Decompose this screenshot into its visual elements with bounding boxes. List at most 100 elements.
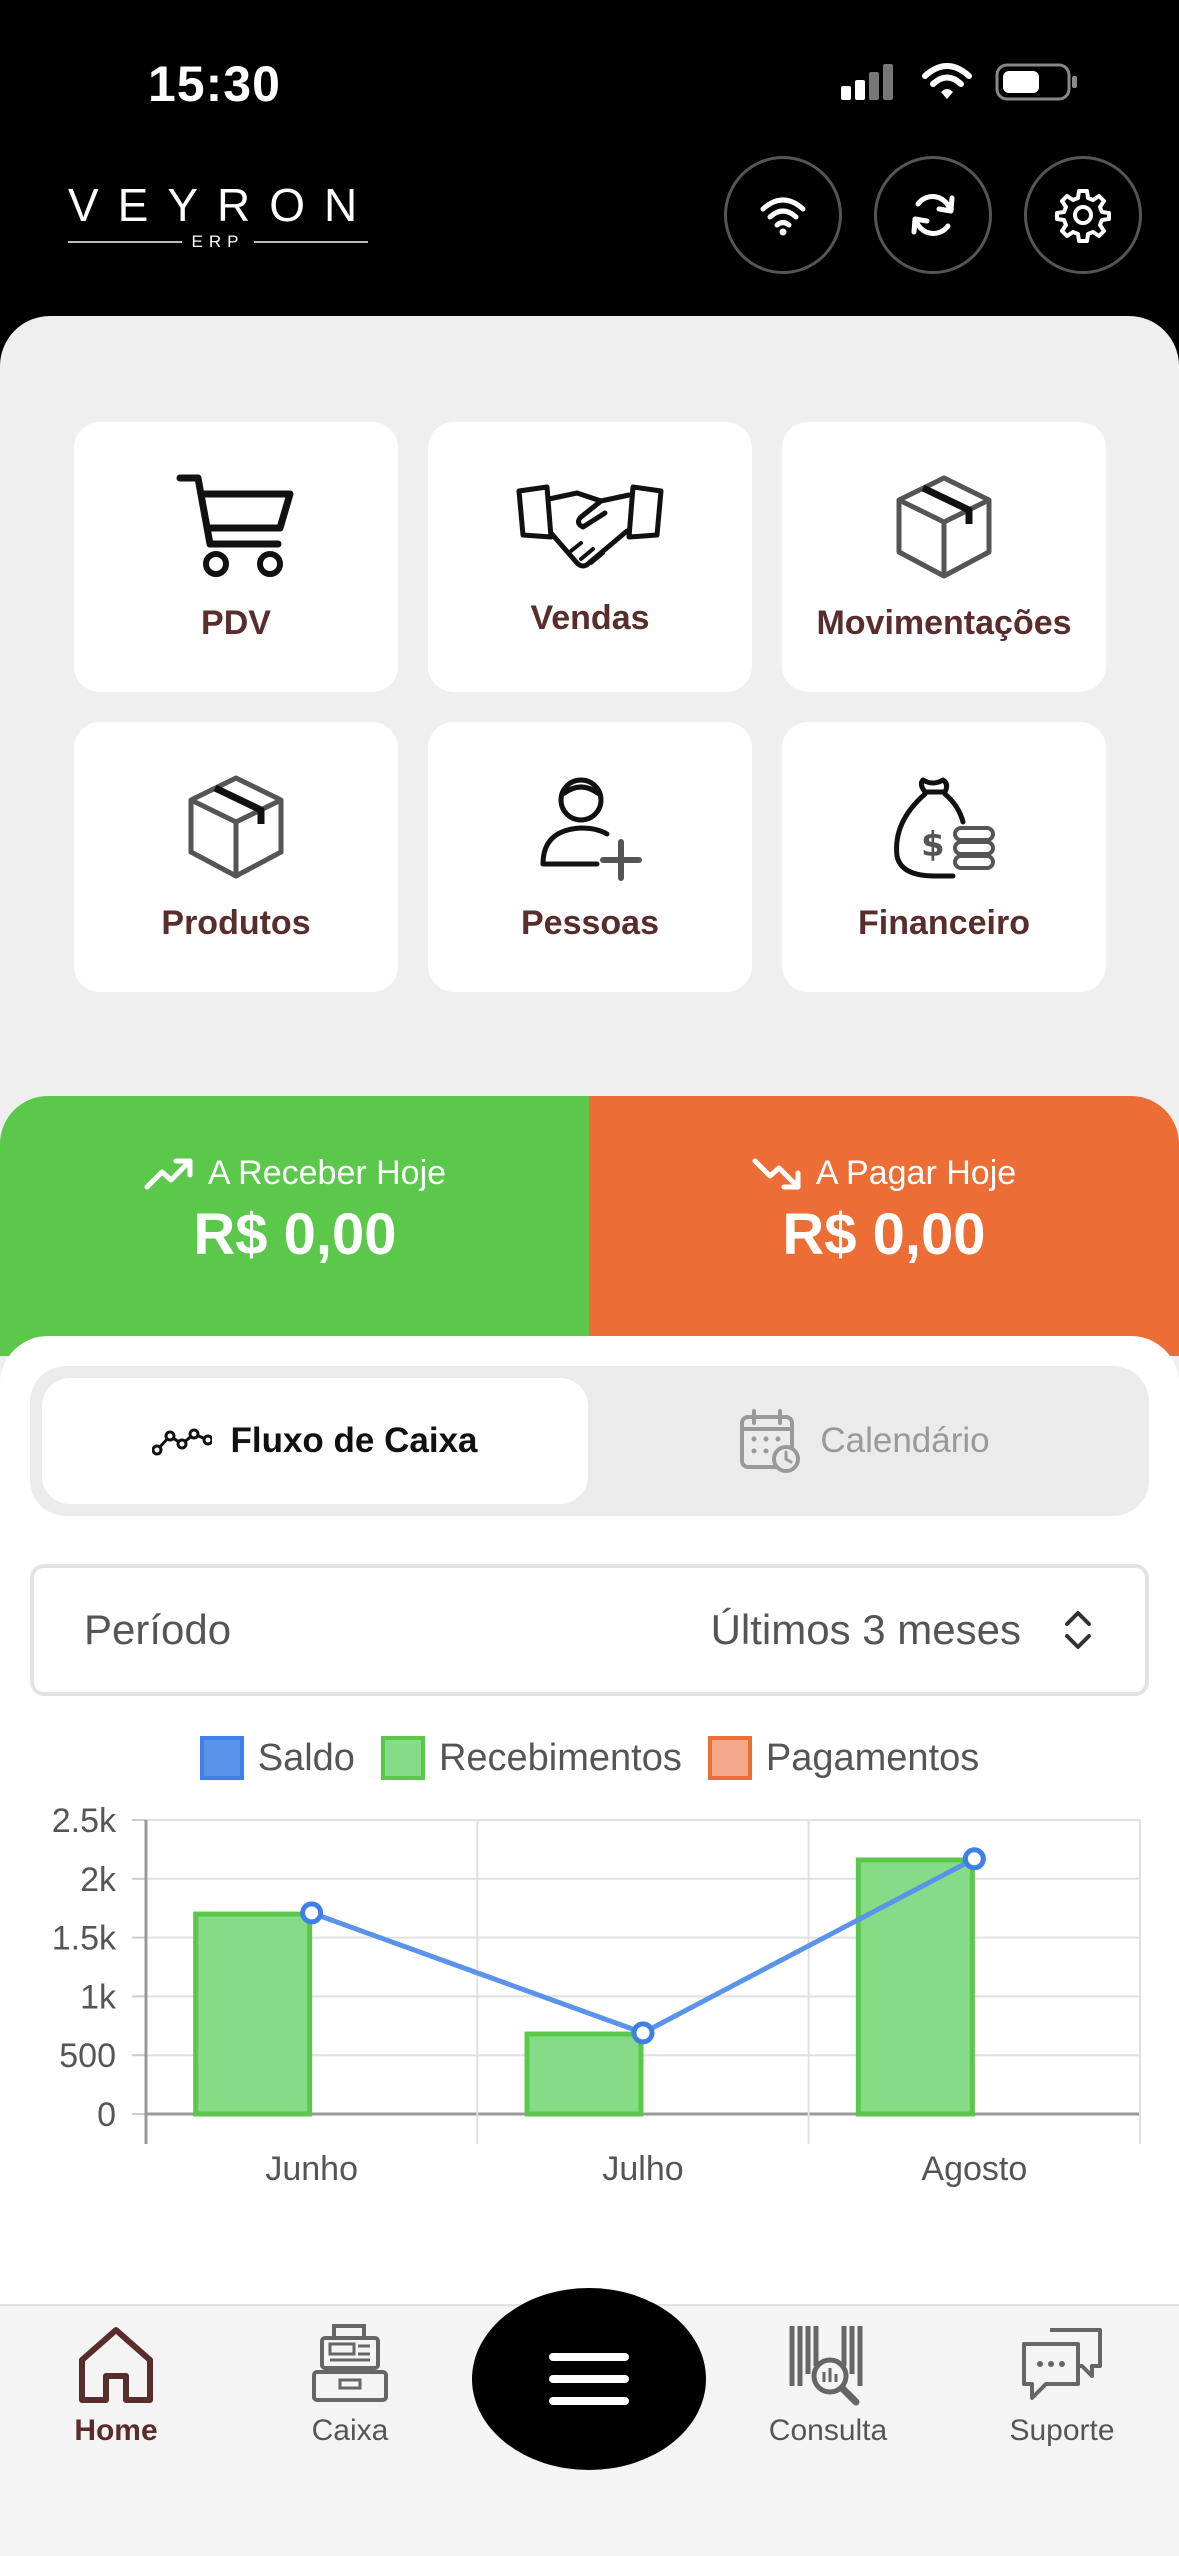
status-time: 15:30 bbox=[148, 56, 281, 112]
tile-label: Pessoas bbox=[521, 903, 659, 942]
view-segmented-control: Fluxo de Caixa Calendário bbox=[30, 1366, 1149, 1516]
module-grid: PDV Vendas Movimentações Produtos Pessoa… bbox=[74, 422, 1106, 992]
chevron-up-down-icon bbox=[1065, 1611, 1091, 1649]
cash-register-icon bbox=[312, 2324, 388, 2402]
legend-label: Saldo bbox=[257, 1736, 355, 1779]
tile-pessoas[interactable]: Pessoas bbox=[428, 722, 752, 992]
tile-produtos[interactable]: Produtos bbox=[74, 722, 398, 992]
cellular-signal-icon bbox=[841, 64, 893, 100]
bar-recebimentos bbox=[193, 1911, 313, 2117]
tab-fluxo-de-caixa[interactable]: Fluxo de Caixa bbox=[42, 1378, 588, 1504]
tile-movimentacoes[interactable]: Movimentações bbox=[782, 422, 1106, 692]
status-icons bbox=[839, 62, 1079, 102]
receive-title-row: A Receber Hoje bbox=[0, 1154, 590, 1193]
cart-icon bbox=[176, 474, 294, 577]
tab-label: Fluxo de Caixa bbox=[230, 1421, 478, 1460]
wifi-button[interactable] bbox=[724, 156, 842, 274]
app-screen: 15:30 VEYRON ERP PDV Vendas Movimentaçõe… bbox=[0, 0, 1179, 2556]
receive-today-card[interactable]: A Receber Hoje R$ 0,00 bbox=[0, 1096, 590, 1356]
sync-button[interactable] bbox=[874, 156, 992, 274]
hamburger-line bbox=[549, 2353, 629, 2361]
tile-pdv[interactable]: PDV bbox=[74, 422, 398, 692]
battery-icon bbox=[995, 63, 1077, 101]
line-chart-icon bbox=[152, 1428, 213, 1456]
home-icon bbox=[79, 2327, 153, 2403]
cashflow-chart: Saldo Recebimentos Pagamentos 0 500 1k 1.5k… bbox=[0, 1736, 1179, 2296]
bar-recebimentos bbox=[855, 1857, 975, 2117]
pay-title: A Pagar Hoje bbox=[815, 1154, 1017, 1192]
receive-title: A Receber Hoje bbox=[207, 1154, 447, 1192]
receive-value: R$ 0,00 bbox=[193, 1202, 397, 1267]
legend-swatch-recebimentos bbox=[380, 1736, 425, 1780]
tile-label: Movimentações bbox=[816, 603, 1072, 642]
trending-down-icon bbox=[752, 1158, 801, 1189]
tab-calendario[interactable]: Calendário bbox=[591, 1378, 1137, 1504]
nav-home[interactable]: Home bbox=[16, 2322, 216, 2448]
point-saldo bbox=[631, 2021, 655, 2045]
balances: A Receber Hoje R$ 0,00 A Pagar Hoje R$ 0… bbox=[0, 1096, 1179, 1356]
bottom-nav: Home Caixa Consulta Suporte bbox=[0, 2288, 1179, 2556]
logo-main-text: VEYRON bbox=[68, 179, 377, 231]
x-tick-label: Julho bbox=[602, 2150, 683, 2188]
tab-label: Calendário bbox=[820, 1421, 990, 1460]
pay-today-card[interactable]: A Pagar Hoje R$ 0,00 bbox=[589, 1096, 1179, 1356]
chart-plot: 0 500 1k 1.5k 2k 2.5k Junho Julho Agosto bbox=[52, 1802, 1141, 2188]
tile-financeiro[interactable]: $ Financeiro bbox=[782, 722, 1106, 992]
barcode-search-icon bbox=[789, 2326, 863, 2406]
y-tick-label: 2k bbox=[80, 1861, 117, 1899]
nav-label: Caixa bbox=[311, 2414, 389, 2447]
tile-label: Vendas bbox=[530, 598, 650, 637]
x-tick-label: Agosto bbox=[921, 2150, 1027, 2188]
y-tick-label: 1k bbox=[80, 1978, 117, 2016]
trending-up-icon bbox=[144, 1158, 193, 1189]
wifi-status-icon bbox=[922, 63, 972, 99]
legend-swatch-pagamentos bbox=[707, 1736, 752, 1780]
menu-button[interactable] bbox=[472, 2288, 706, 2470]
handshake-icon bbox=[516, 484, 664, 568]
tile-label: PDV bbox=[201, 603, 271, 642]
legend-item-recebimentos[interactable]: Recebimentos bbox=[380, 1736, 682, 1780]
pay-title-row: A Pagar Hoje bbox=[589, 1154, 1179, 1193]
legend-item-saldo[interactable]: Saldo bbox=[199, 1736, 355, 1780]
tile-label: Produtos bbox=[161, 903, 311, 942]
y-tick-label: 2.5k bbox=[52, 1802, 117, 1840]
tile-vendas[interactable]: Vendas bbox=[428, 422, 752, 692]
settings-button[interactable] bbox=[1024, 156, 1142, 274]
nav-label: Consulta bbox=[768, 2414, 888, 2447]
veyron-logo: VEYRON ERP bbox=[68, 180, 368, 252]
box-icon bbox=[188, 775, 284, 878]
bar-recebimentos bbox=[524, 2031, 644, 2117]
gear-icon bbox=[1055, 189, 1111, 243]
wifi-icon bbox=[760, 197, 806, 236]
legend-item-pagamentos[interactable]: Pagamentos bbox=[707, 1736, 980, 1780]
nav-label: Suporte bbox=[1009, 2414, 1115, 2447]
nav-consulta[interactable]: Consulta bbox=[728, 2322, 928, 2448]
legend-label: Recebimentos bbox=[438, 1736, 682, 1779]
sync-icon bbox=[911, 194, 955, 236]
y-tick-label: 500 bbox=[59, 2037, 116, 2075]
period-select[interactable]: Período Últimos 3 meses bbox=[30, 1564, 1149, 1696]
chat-support-icon bbox=[1022, 2328, 1102, 2400]
point-saldo bbox=[962, 1847, 986, 1871]
period-value: Últimos 3 meses bbox=[710, 1606, 1021, 1653]
legend-label: Pagamentos bbox=[765, 1736, 980, 1779]
nav-label: Home bbox=[74, 2414, 158, 2447]
x-tick-label: Junho bbox=[265, 2150, 358, 2188]
logo-sub-text: ERP bbox=[191, 232, 245, 251]
nav-suporte[interactable]: Suporte bbox=[962, 2322, 1162, 2448]
main-panel: PDV Vendas Movimentações Produtos Pessoa… bbox=[0, 316, 1179, 2556]
hamburger-line bbox=[549, 2397, 629, 2405]
nav-caixa[interactable]: Caixa bbox=[250, 2322, 450, 2448]
legend-swatch-saldo bbox=[199, 1736, 244, 1780]
chart-legend: Saldo Recebimentos Pagamentos bbox=[0, 1736, 1179, 1780]
hamburger-line bbox=[549, 2375, 629, 2383]
period-label: Período bbox=[84, 1606, 232, 1653]
box-icon bbox=[896, 475, 992, 578]
add-person-icon bbox=[540, 777, 642, 881]
y-tick-label: 1.5k bbox=[52, 1920, 117, 1958]
logo-sub: ERP bbox=[68, 232, 368, 252]
pay-value: R$ 0,00 bbox=[782, 1202, 986, 1267]
y-tick-label: 0 bbox=[97, 2096, 116, 2134]
calendar-icon bbox=[740, 1409, 801, 1473]
point-saldo bbox=[300, 1901, 324, 1925]
